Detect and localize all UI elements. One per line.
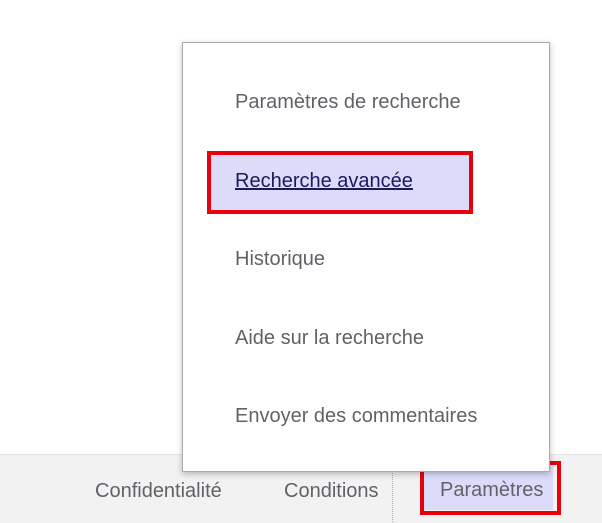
settings-dropdown-menu: Paramètres de recherche Recherche avancé… bbox=[182, 42, 550, 472]
menu-item-history[interactable]: Historique bbox=[235, 248, 325, 271]
menu-item-search-settings[interactable]: Paramètres de recherche bbox=[235, 91, 461, 114]
page: Confidentialité Conditions Paramètres Pa… bbox=[0, 0, 602, 523]
menu-item-search-help[interactable]: Aide sur la recherche bbox=[235, 327, 424, 350]
footer-link-terms[interactable]: Conditions bbox=[284, 480, 379, 503]
footer-link-privacy[interactable]: Confidentialité bbox=[95, 480, 222, 503]
menu-item-advanced-search[interactable]: Recherche avancée bbox=[211, 153, 471, 211]
menu-item-send-feedback[interactable]: Envoyer des commentaires bbox=[235, 405, 477, 428]
